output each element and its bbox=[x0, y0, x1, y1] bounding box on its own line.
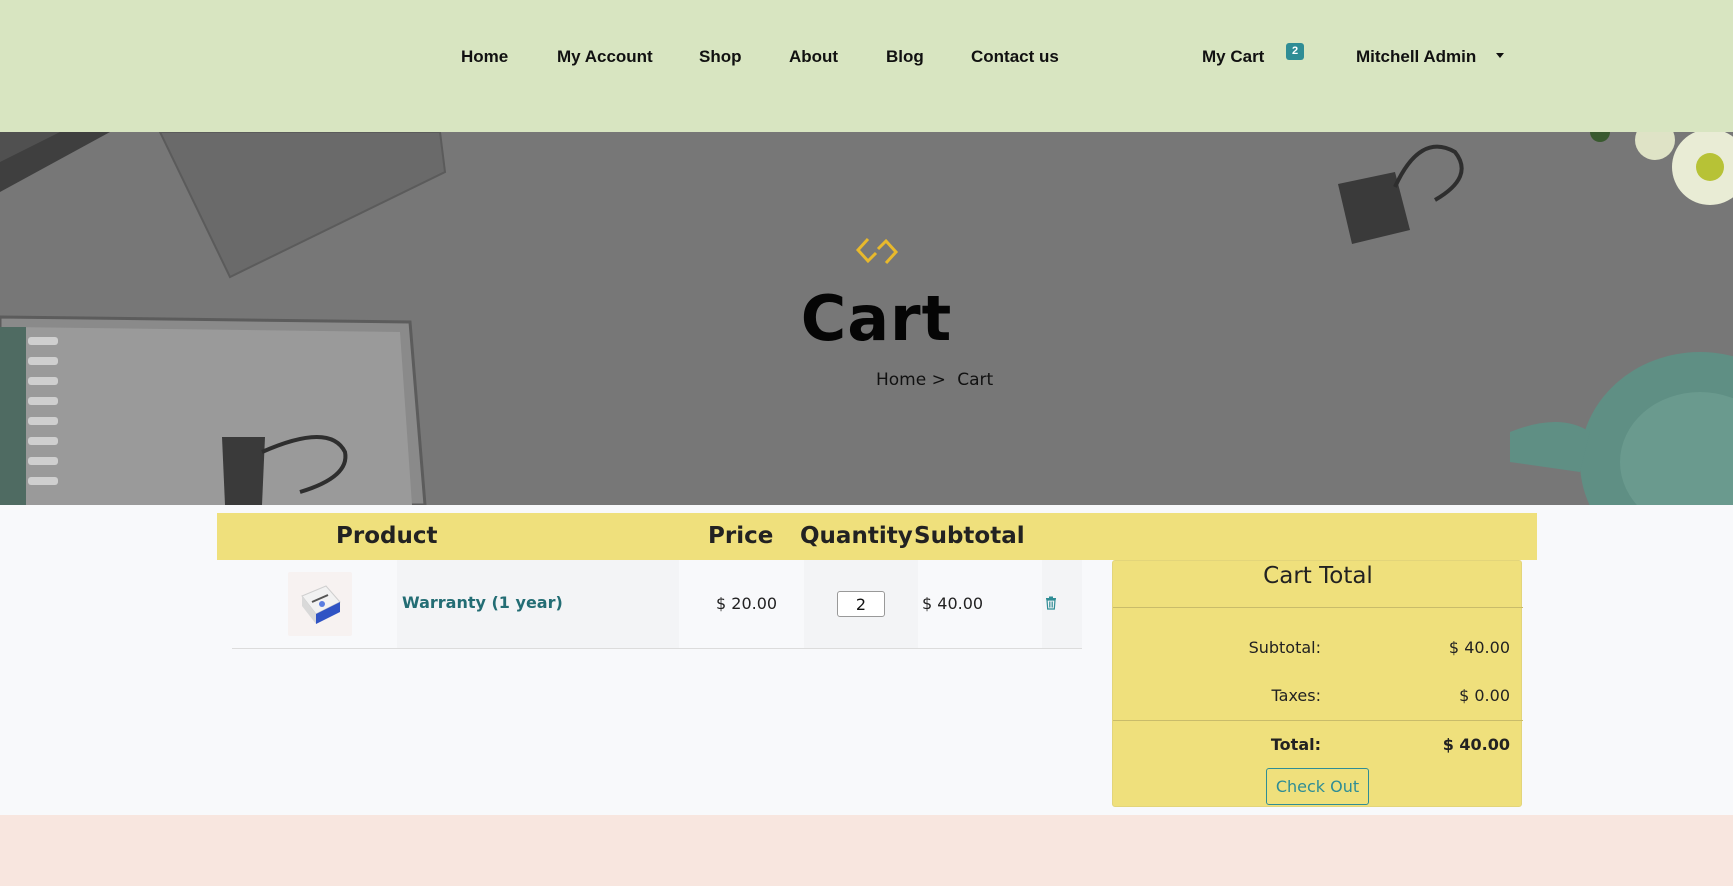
subtotal-value: $ 40.00 bbox=[1448, 638, 1510, 657]
nav-about-link[interactable]: About bbox=[789, 47, 838, 67]
product-thumbnail[interactable] bbox=[288, 572, 352, 636]
product-box-icon bbox=[301, 585, 341, 624]
header-subtotal: Subtotal bbox=[914, 523, 1025, 549]
total-label: Total: bbox=[1270, 735, 1321, 754]
page-title: Cart bbox=[800, 282, 953, 355]
header-product: Product bbox=[336, 523, 438, 549]
divider bbox=[1113, 720, 1523, 721]
product-price: $ 20.00 bbox=[716, 594, 778, 613]
breadcrumb: Home > Cart bbox=[876, 370, 993, 390]
my-cart-link[interactable]: My Cart bbox=[1202, 47, 1264, 67]
quantity-input[interactable] bbox=[837, 591, 885, 617]
cart-table-header: Product Price Quantity Subtotal bbox=[217, 513, 1537, 560]
caret-down-icon[interactable] bbox=[1496, 53, 1504, 58]
breadcrumb-current: Cart bbox=[957, 370, 994, 390]
trash-icon[interactable] bbox=[1045, 596, 1057, 610]
nav-blog-link[interactable]: Blog bbox=[886, 47, 924, 67]
header-price: Price bbox=[708, 523, 774, 549]
nav-my-account-link[interactable]: My Account bbox=[557, 47, 653, 67]
diamond-logo-icon bbox=[855, 237, 899, 265]
breadcrumb-home-link[interactable]: Home > bbox=[876, 370, 946, 390]
checkout-button[interactable]: Check Out bbox=[1266, 768, 1369, 805]
top-navbar: Home My Account Shop About Blog Contact … bbox=[0, 0, 1733, 132]
divider bbox=[1113, 607, 1523, 608]
header-quantity: Quantity bbox=[800, 523, 913, 549]
nav-home-link[interactable]: Home bbox=[461, 47, 508, 67]
row-subtotal: $ 40.00 bbox=[922, 594, 984, 613]
cart-total-title: Cart Total bbox=[1263, 563, 1373, 589]
taxes-value: $ 0.00 bbox=[1459, 686, 1510, 705]
nav-contact-us-link[interactable]: Contact us bbox=[971, 47, 1059, 67]
total-value: $ 40.00 bbox=[1442, 735, 1510, 754]
nav-shop-link[interactable]: Shop bbox=[699, 47, 742, 67]
cart-total-panel: Cart Total Subtotal: $ 40.00 Taxes: $ 0.… bbox=[1112, 560, 1523, 807]
taxes-label: Taxes: bbox=[1271, 686, 1321, 705]
cart-count-badge: 2 bbox=[1286, 43, 1304, 60]
user-menu-toggle[interactable]: Mitchell Admin bbox=[1356, 47, 1476, 67]
product-name-link[interactable]: Warranty (1 year) bbox=[402, 593, 563, 612]
subtotal-label: Subtotal: bbox=[1248, 638, 1321, 657]
footer bbox=[0, 815, 1733, 886]
page-hero-banner: Cart Home > Cart bbox=[0, 132, 1733, 505]
